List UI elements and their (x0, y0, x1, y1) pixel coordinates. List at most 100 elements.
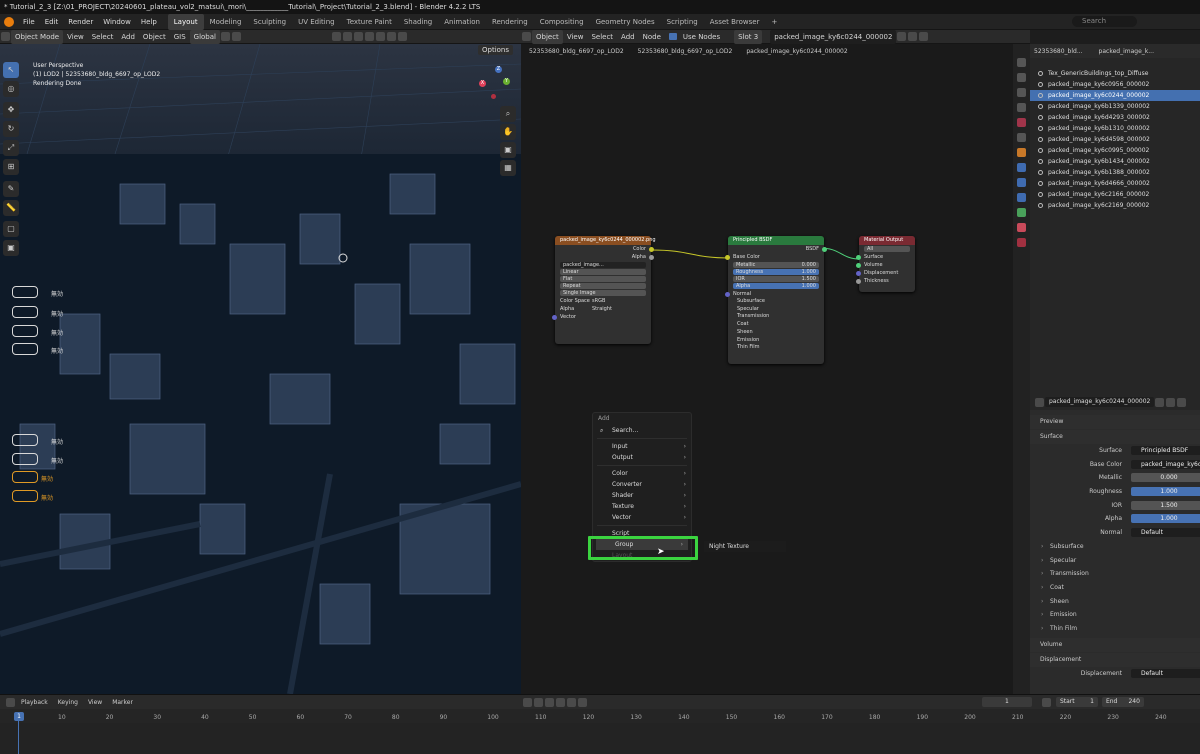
input-socket[interactable] (856, 270, 861, 276)
projection-dropdown[interactable]: Flat (560, 276, 646, 282)
list-item[interactable]: packed_image_ky6d4666_000002 (1030, 178, 1200, 189)
section-transmission[interactable]: Transmission (1030, 567, 1200, 581)
options-dropdown[interactable]: Options (478, 45, 514, 55)
principled-bsdf-node[interactable]: Principled BSDF BSDF Base Color Metallic… (725, 236, 827, 364)
surface-panel-header[interactable]: Surface (1030, 430, 1200, 444)
tab-animation[interactable]: Animation (438, 14, 486, 30)
interpolation-dropdown[interactable]: Linear (560, 269, 646, 275)
subpanel-thin-film[interactable]: Thin Film (737, 344, 824, 352)
displacement-field[interactable]: Default (1131, 668, 1200, 678)
surface-shader-field[interactable]: Principled BSDF (1131, 446, 1200, 455)
gizmo-y-axis[interactable]: Y (503, 78, 510, 85)
visibility-icon[interactable] (332, 32, 341, 41)
viewport-menu-add[interactable]: Add (117, 30, 139, 44)
transform-orientation-dropdown[interactable]: Global (189, 29, 220, 44)
input-socket[interactable] (856, 278, 861, 284)
alpha-slider[interactable]: 1.000 (1131, 514, 1200, 524)
tool-tab-icon[interactable] (1017, 58, 1026, 67)
snap-icon[interactable] (221, 32, 230, 41)
constraints-tab-icon[interactable] (1017, 193, 1026, 202)
node-menu-select[interactable]: Select (587, 30, 617, 44)
tab-sculpting[interactable]: Sculpting (247, 14, 292, 30)
object-tab-icon[interactable] (1017, 148, 1026, 157)
tab-layout[interactable]: Layout (167, 13, 204, 30)
world-tab-icon[interactable] (1017, 133, 1026, 142)
extra-tool-icon[interactable]: ▣ (3, 240, 19, 256)
physics-tab-icon[interactable] (1017, 178, 1026, 187)
image-selector[interactable]: packed_image... (560, 262, 646, 268)
node-menu-add[interactable]: Add (617, 30, 639, 44)
node-input[interactable]: Thickness (856, 277, 915, 285)
data-tab-icon[interactable] (1017, 208, 1026, 217)
play-icon[interactable] (555, 697, 565, 707)
base-color-field[interactable]: packed_image_ky6c0... (1131, 459, 1200, 469)
menu-item-color[interactable]: Color › (593, 468, 691, 479)
menu-item-shader[interactable]: Shader › (593, 490, 691, 501)
tab-scripting[interactable]: Scripting (661, 14, 704, 30)
tab-modeling[interactable]: Modeling (204, 14, 248, 30)
jump-start-icon[interactable] (522, 697, 532, 707)
output-socket[interactable] (822, 246, 827, 252)
tab-texture-paint[interactable]: Texture Paint (341, 14, 398, 30)
section-emission[interactable]: Emission (1030, 608, 1200, 622)
tab-geometry-nodes[interactable]: Geometry Nodes (590, 14, 661, 30)
node-output[interactable]: BSDF (728, 245, 827, 253)
material-name-field[interactable]: packed_image_ky6c0244_000002 (770, 29, 897, 44)
play-reverse-icon[interactable] (544, 697, 554, 707)
list-item[interactable]: packed_image_ky6b1434_000002 (1030, 156, 1200, 167)
shading-rendered-icon[interactable] (398, 32, 407, 41)
prev-keyframe-icon[interactable] (533, 697, 543, 707)
tab-compositing[interactable]: Compositing (534, 14, 590, 30)
input-socket[interactable] (856, 262, 861, 268)
section-sheen[interactable]: Sheen (1030, 595, 1200, 609)
measure-tool-icon[interactable]: 📏 (3, 200, 19, 216)
output-socket[interactable] (649, 246, 654, 252)
proportional-edit-icon[interactable] (232, 32, 241, 41)
transform-tool-icon[interactable]: ⊞ (3, 159, 19, 175)
node-output[interactable]: Color (555, 245, 654, 253)
move-tool-icon[interactable]: ✥ (3, 102, 19, 118)
next-keyframe-icon[interactable] (566, 697, 576, 707)
subpanel-emission[interactable]: Emission (737, 337, 824, 345)
camera-view-icon[interactable]: ▣ (500, 142, 516, 158)
toggle-pill-active[interactable] (12, 490, 38, 502)
object-mode-dropdown[interactable]: Object Mode (11, 29, 64, 44)
pin-icon[interactable] (919, 32, 929, 41)
modifier-tab-icon[interactable] (1017, 163, 1026, 172)
input-socket[interactable] (856, 254, 861, 260)
metallic-slider[interactable]: 0.000 (1131, 473, 1200, 483)
node-input[interactable]: Base Color (725, 253, 824, 261)
list-item[interactable]: packed_image_ky6b1310_000002 (1030, 123, 1200, 134)
unlink-icon[interactable] (1177, 397, 1187, 407)
toggle-pill-active[interactable] (12, 471, 38, 483)
extension-dropdown[interactable]: Repeat (560, 283, 646, 289)
duplicate-material-icon[interactable] (897, 32, 907, 41)
editor-type-icon[interactable] (1, 32, 10, 41)
metallic-field[interactable]: Metallic 0.000 (733, 262, 819, 268)
subpanel-sheen[interactable]: Sheen (737, 329, 824, 337)
view-layer-tab-icon[interactable] (1017, 103, 1026, 112)
cursor-tool-icon[interactable]: ◎ (3, 81, 19, 97)
menu-item-output[interactable]: Output › (593, 452, 691, 463)
node-menu-view[interactable]: View (563, 30, 588, 44)
3d-viewport[interactable]: User Perspective (1) LOD2 | 52353680_bld… (0, 44, 521, 694)
image-texture-node[interactable]: packed_image_ky6c0244_000002.png Color A… (552, 236, 656, 344)
viewport-menu-select[interactable]: Select (88, 30, 118, 44)
target-dropdown[interactable]: All (864, 246, 910, 252)
gizmo-z-axis[interactable]: Z (495, 66, 502, 73)
node-input[interactable]: Displacement (856, 269, 915, 277)
normal-field[interactable]: Default (1131, 528, 1200, 538)
menu-window[interactable]: Window (98, 14, 136, 30)
menu-item-input[interactable]: Input › (593, 441, 691, 452)
section-specular[interactable]: Specular (1030, 554, 1200, 568)
timeline-menu-playback[interactable]: Playback (16, 699, 53, 706)
current-frame-field[interactable]: 1 (981, 697, 1032, 707)
rotate-tool-icon[interactable]: ↻ (3, 121, 19, 137)
input-socket[interactable] (725, 291, 730, 297)
node-input[interactable]: Normal (725, 290, 824, 298)
subpanel-transmission[interactable]: Transmission (737, 313, 824, 321)
annotate-tool-icon[interactable]: ✎ (3, 181, 19, 197)
navigation-gizmo[interactable]: Z X Y (477, 64, 517, 104)
list-item[interactable]: packed_image_ky6b1388_000002 (1030, 167, 1200, 178)
menu-help[interactable]: Help (136, 14, 162, 30)
